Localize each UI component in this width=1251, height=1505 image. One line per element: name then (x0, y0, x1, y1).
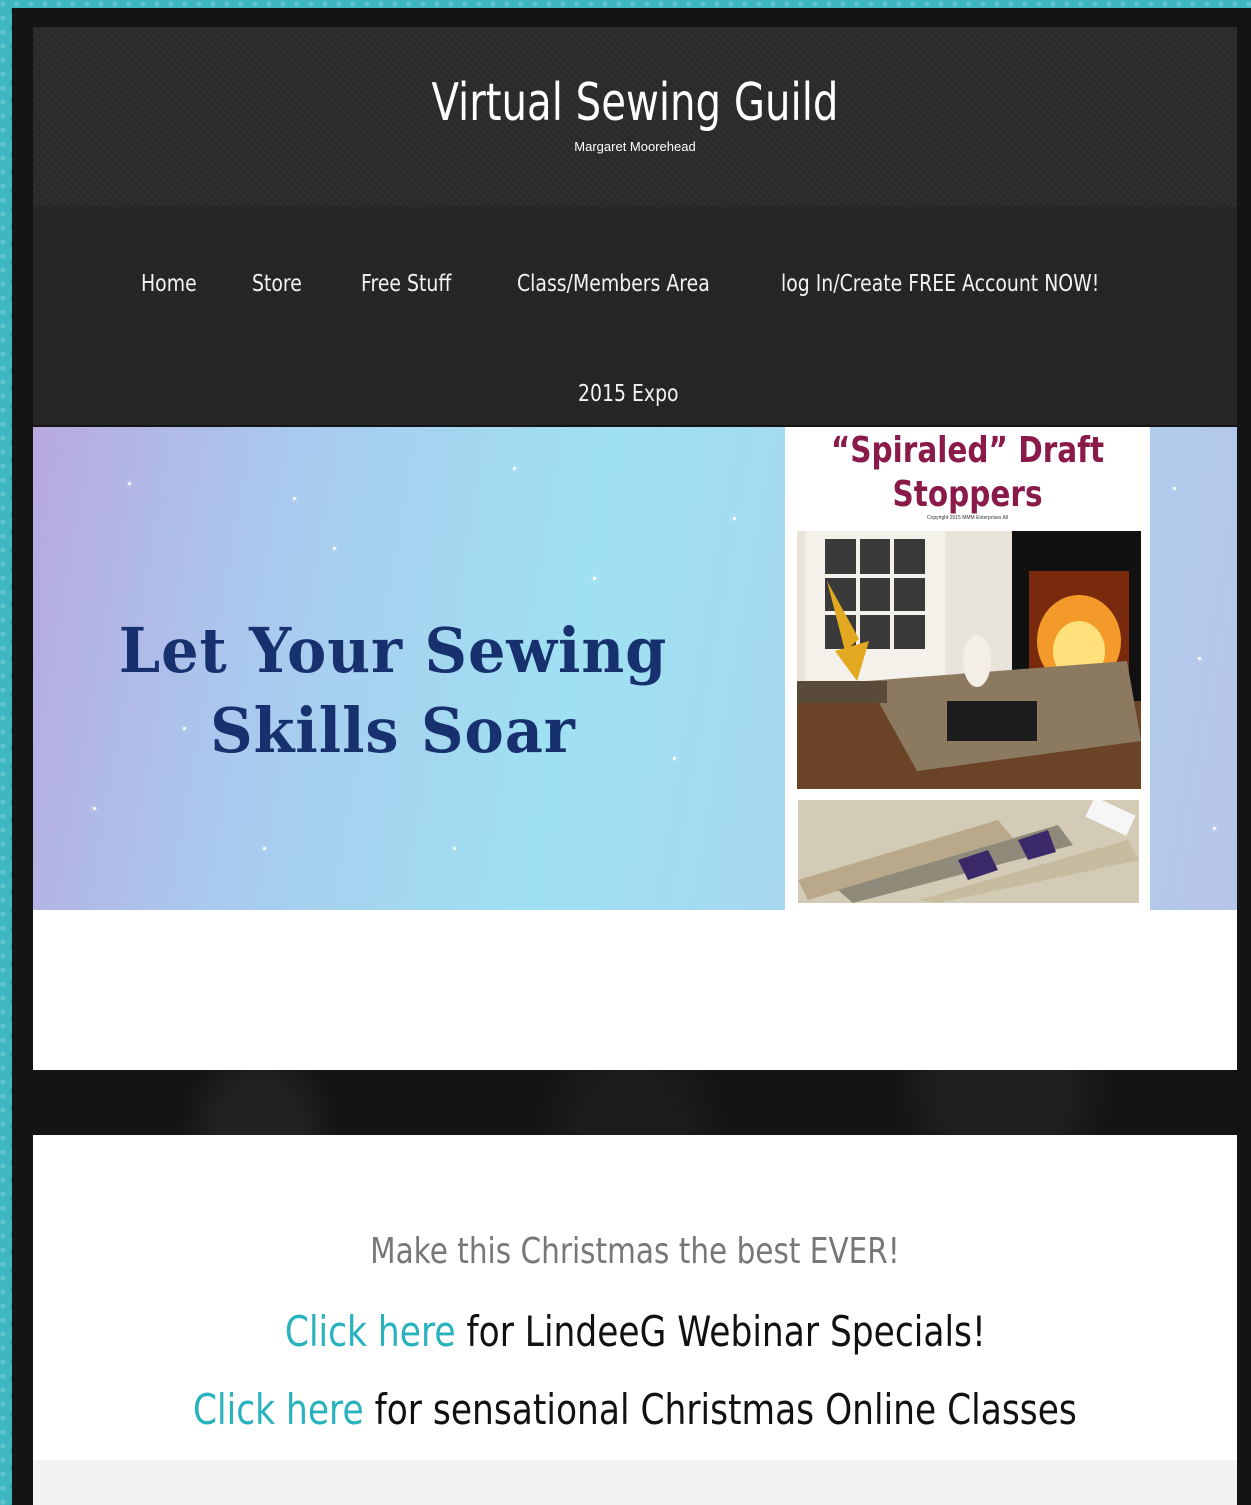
site-header: Virtual Sewing Guild Margaret Moorehead … (33, 27, 1237, 425)
draft-stoppers-photo (798, 800, 1139, 903)
promo-line: Make this Christmas the best EVER! (33, 1231, 1237, 1272)
nav-item-class-members-area[interactable]: Class/Members Area (517, 271, 710, 297)
hero-heading-line2: Skills Soar (210, 694, 576, 767)
webinar-specials-link[interactable]: Click here (285, 1307, 456, 1356)
nav-item-home[interactable]: Home (141, 271, 197, 297)
product-title-line2: Stoppers (892, 474, 1043, 515)
main-nav: Home Store Free Stuff Class/Members Area… (33, 207, 1237, 425)
product-card[interactable]: “Spiraled” Draft Stoppers Copyright 2015… (785, 427, 1150, 910)
content-area: Make this Christmas the best EVER! Click… (33, 1135, 1237, 1505)
promo-text: Make this Christmas the best EVER! (370, 1231, 900, 1272)
content-footer-strip (33, 1460, 1237, 1505)
nav-item-store[interactable]: Store (252, 271, 302, 297)
nav-item-free-stuff[interactable]: Free Stuff (361, 271, 451, 297)
product-title: “Spiraled” Draft Stoppers (818, 429, 1117, 517)
hero-heading: Let Your Sewing Skills Soar (89, 611, 697, 771)
site-tagline: Margaret Moorehead (574, 139, 696, 154)
online-classes-link[interactable]: Click here (193, 1385, 364, 1434)
nav-item-2015-expo[interactable]: 2015 Expo (578, 381, 679, 407)
fireplace-photo (797, 531, 1141, 789)
online-classes-text: for sensational Christmas Online Classes (363, 1385, 1077, 1434)
online-classes-line: Click here for sensational Christmas Onl… (33, 1385, 1237, 1434)
banner-bottom-spacer (33, 910, 1237, 1070)
nav-item-login-create-account[interactable]: log In/Create FREE Account NOW! (781, 271, 1099, 297)
site-title[interactable]: Virtual Sewing Guild (117, 73, 1152, 133)
fireplace-photo-illustration (797, 531, 1141, 789)
product-title-line1: “Spiraled” Draft (830, 430, 1105, 471)
webinar-specials-line: Click here for LindeeG Webinar Specials! (33, 1307, 1237, 1356)
product-copyright: Copyright 2015 MMM Enterprises All (926, 515, 1009, 521)
hero-banner[interactable]: Let Your Sewing Skills Soar “Spiraled” D… (33, 427, 1237, 910)
draft-stoppers-illustration (798, 800, 1139, 903)
hero-heading-line1: Let Your Sewing (118, 614, 668, 687)
webinar-specials-text: for LindeeG Webinar Specials! (455, 1307, 986, 1356)
